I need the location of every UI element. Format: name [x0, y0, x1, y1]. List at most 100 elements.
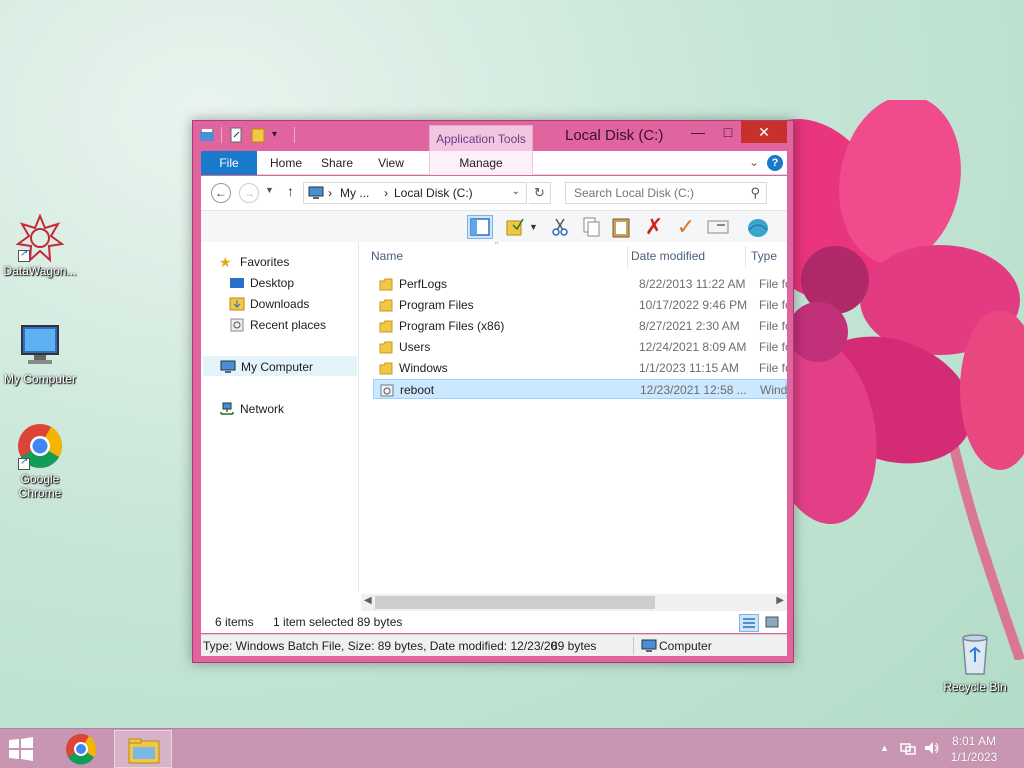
nav-downloads[interactable]: Downloads: [229, 294, 309, 314]
tab-home[interactable]: Home: [263, 151, 309, 175]
recent-locations-dropdown[interactable]: ▼: [265, 185, 274, 195]
search-icon[interactable]: ⚲: [750, 185, 760, 201]
computer-icon: [220, 360, 236, 374]
table-row[interactable]: Windows 1/1/2023 11:15 AM File fo: [373, 358, 787, 378]
taskbar-clock[interactable]: 8:01 AM 1/1/2023: [944, 733, 1004, 765]
address-field[interactable]: › My ... › Local Disk (C:) ⌄: [303, 182, 527, 204]
properties-icon[interactable]: [199, 127, 215, 143]
desktop-icon-google-chrome[interactable]: Google Chrome: [0, 422, 80, 500]
file-type: File fo: [759, 361, 787, 375]
up-button[interactable]: ↑: [287, 183, 294, 199]
selection-size: 89 bytes: [357, 615, 403, 629]
address-bar: ← → ▼ ↑ › My ... › Local Disk (C:) ⌄ ↻ ⚲: [201, 176, 787, 210]
address-dropdown-icon[interactable]: ⌄: [512, 186, 520, 197]
table-row[interactable]: Users 12/24/2021 8:09 AM File fo: [373, 337, 787, 357]
divider: [633, 637, 634, 655]
back-button[interactable]: ←: [211, 183, 231, 203]
forward-button[interactable]: →: [239, 183, 259, 203]
file-type: File fo: [759, 298, 787, 312]
taskbar-chrome-icon[interactable]: [52, 730, 110, 768]
breadcrumb-chevron-icon[interactable]: ›: [328, 186, 332, 200]
rename-checkmark-icon[interactable]: ✓: [673, 215, 699, 239]
qat-separator: [294, 127, 295, 143]
column-header-date-modified[interactable]: Date modified: [631, 246, 705, 266]
breadcrumb-local-disk[interactable]: Local Disk (C:): [394, 186, 473, 200]
computer-icon: [16, 322, 64, 370]
taskbar: ▲ 8:01 AM 1/1/2023: [0, 728, 1024, 768]
table-row-selected[interactable]: reboot 12/23/2021 12:58 ... Wind: [373, 379, 787, 399]
clock-time: 8:01 AM: [951, 734, 997, 748]
file-name: PerfLogs: [399, 277, 448, 291]
column-separator[interactable]: [627, 246, 628, 268]
file-size-text: 89 bytes: [551, 639, 597, 653]
volume-icon[interactable]: [924, 741, 940, 758]
nav-desktop[interactable]: Desktop: [229, 273, 294, 293]
tab-share[interactable]: Share: [315, 151, 359, 175]
desktop-icon-recycle-bin[interactable]: Recycle Bin: [935, 630, 1015, 694]
file-date: 8/22/2013 11:22 AM: [639, 277, 746, 291]
network-icon: [219, 402, 235, 416]
horizontal-scrollbar[interactable]: ◀ ▶: [361, 594, 787, 611]
help-icon[interactable]: ?: [767, 155, 783, 171]
file-type: File fo: [759, 319, 787, 333]
title-bar[interactable]: ▾ Application Tools Local Disk (C:) — □ …: [193, 121, 793, 151]
tab-manage[interactable]: Manage: [429, 151, 533, 175]
delete-icon[interactable]: ✗: [641, 215, 667, 239]
file-date: 1/1/2023 11:15 AM: [639, 361, 739, 375]
tab-view[interactable]: View: [373, 151, 409, 175]
nav-my-computer[interactable]: My Computer: [203, 356, 357, 376]
breadcrumb-my-computer[interactable]: My ...: [340, 186, 369, 200]
customize-qat-icon[interactable]: ▾: [272, 127, 288, 143]
table-row[interactable]: Program Files (x86) 8/27/2021 2:30 AM Fi…: [373, 316, 787, 336]
file-details-text: Type: Windows Batch File, Size: 89 bytes…: [203, 639, 558, 653]
navigation-pane-icon[interactable]: [467, 215, 493, 239]
scrollbar-thumb[interactable]: [375, 596, 655, 609]
search-input[interactable]: [566, 183, 736, 203]
nav-recent-places[interactable]: Recent places: [229, 315, 326, 335]
chrome-icon: [16, 422, 64, 470]
file-date: 12/24/2021 8:09 AM: [639, 340, 747, 354]
options-dropdown-icon[interactable]: ▼: [529, 215, 541, 239]
close-button[interactable]: ✕: [741, 121, 787, 143]
table-row[interactable]: Program Files 10/17/2022 9:46 PM File fo: [373, 295, 787, 315]
expand-ribbon-chevron-icon[interactable]: ⌄: [749, 155, 759, 169]
column-header-type[interactable]: Type: [751, 246, 777, 266]
maximize-button[interactable]: □: [715, 121, 741, 143]
scroll-right-arrow-icon[interactable]: ▶: [776, 595, 784, 606]
scroll-left-arrow-icon[interactable]: ◀: [364, 595, 372, 606]
command-toolbar: ▼ ✗ ✓: [201, 210, 787, 242]
network-status-icon[interactable]: [900, 741, 916, 758]
window-title: Local Disk (C:): [565, 127, 664, 144]
paste-icon[interactable]: [609, 215, 635, 239]
desktop-icon-my-computer[interactable]: My Computer: [0, 322, 80, 386]
column-separator[interactable]: [745, 246, 746, 268]
minimize-button[interactable]: —: [685, 121, 711, 143]
taskbar-file-explorer-icon[interactable]: [114, 730, 172, 768]
nav-favorites[interactable]: ★ Favorites: [219, 252, 289, 272]
show-hidden-icons-chevron-icon[interactable]: ▲: [880, 743, 889, 753]
large-icons-view-icon[interactable]: [763, 614, 783, 632]
properties-panel-icon[interactable]: [705, 215, 731, 239]
details-view-icon[interactable]: [739, 614, 759, 632]
computer-icon: [308, 186, 324, 200]
cut-icon[interactable]: [547, 215, 573, 239]
new-folder-icon[interactable]: [250, 127, 266, 143]
search-box: ⚲: [565, 182, 767, 204]
desktop-icon-datawagon[interactable]: DataWagon...: [0, 213, 80, 278]
folder-options-icon[interactable]: [503, 215, 529, 239]
table-row[interactable]: PerfLogs 8/22/2013 11:22 AM File fo: [373, 274, 787, 294]
column-header-name[interactable]: Name: [371, 246, 403, 266]
windows-start-icon[interactable]: [6, 737, 36, 761]
batch-file-gear-icon: [380, 383, 394, 397]
folder-icon: [379, 277, 393, 291]
file-list: Name ^ Date modified Type PerfLogs 8/22/…: [361, 242, 787, 592]
nav-network[interactable]: Network: [219, 399, 284, 419]
refresh-button[interactable]: ↻: [529, 182, 551, 204]
downloads-folder-icon: [229, 297, 245, 311]
copy-icon[interactable]: [579, 215, 605, 239]
file-type: File fo: [759, 340, 787, 354]
breadcrumb-chevron-icon[interactable]: ›: [384, 186, 388, 200]
new-document-icon[interactable]: [228, 127, 244, 143]
tab-file[interactable]: File: [201, 151, 257, 175]
shell-icon[interactable]: [745, 215, 771, 239]
